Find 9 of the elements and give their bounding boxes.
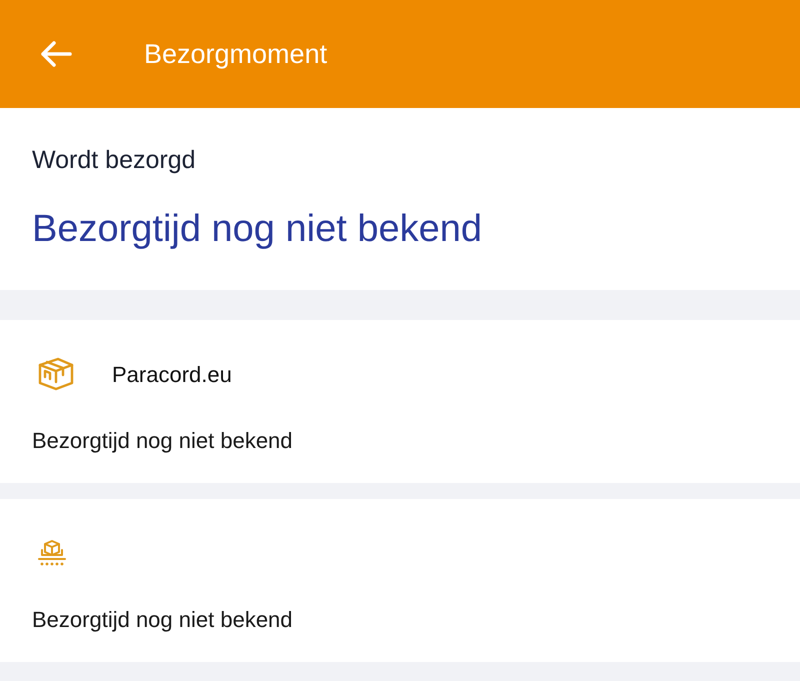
status-label: Wordt bezorgd <box>32 145 197 176</box>
package-icon <box>36 356 76 392</box>
sender-name: Paracord.eu <box>112 360 232 388</box>
package-on-conveyor-icon <box>36 538 68 568</box>
back-arrow-icon <box>39 39 73 69</box>
screen-title: Bezorgmoment <box>144 38 328 71</box>
delivery-time: Bezorgtijd nog niet bekend <box>32 427 294 455</box>
delivery-time: Bezorgtijd nog niet bekend <box>32 606 294 634</box>
delivery-headline: Bezorgtijd nog niet bekend <box>32 207 483 252</box>
